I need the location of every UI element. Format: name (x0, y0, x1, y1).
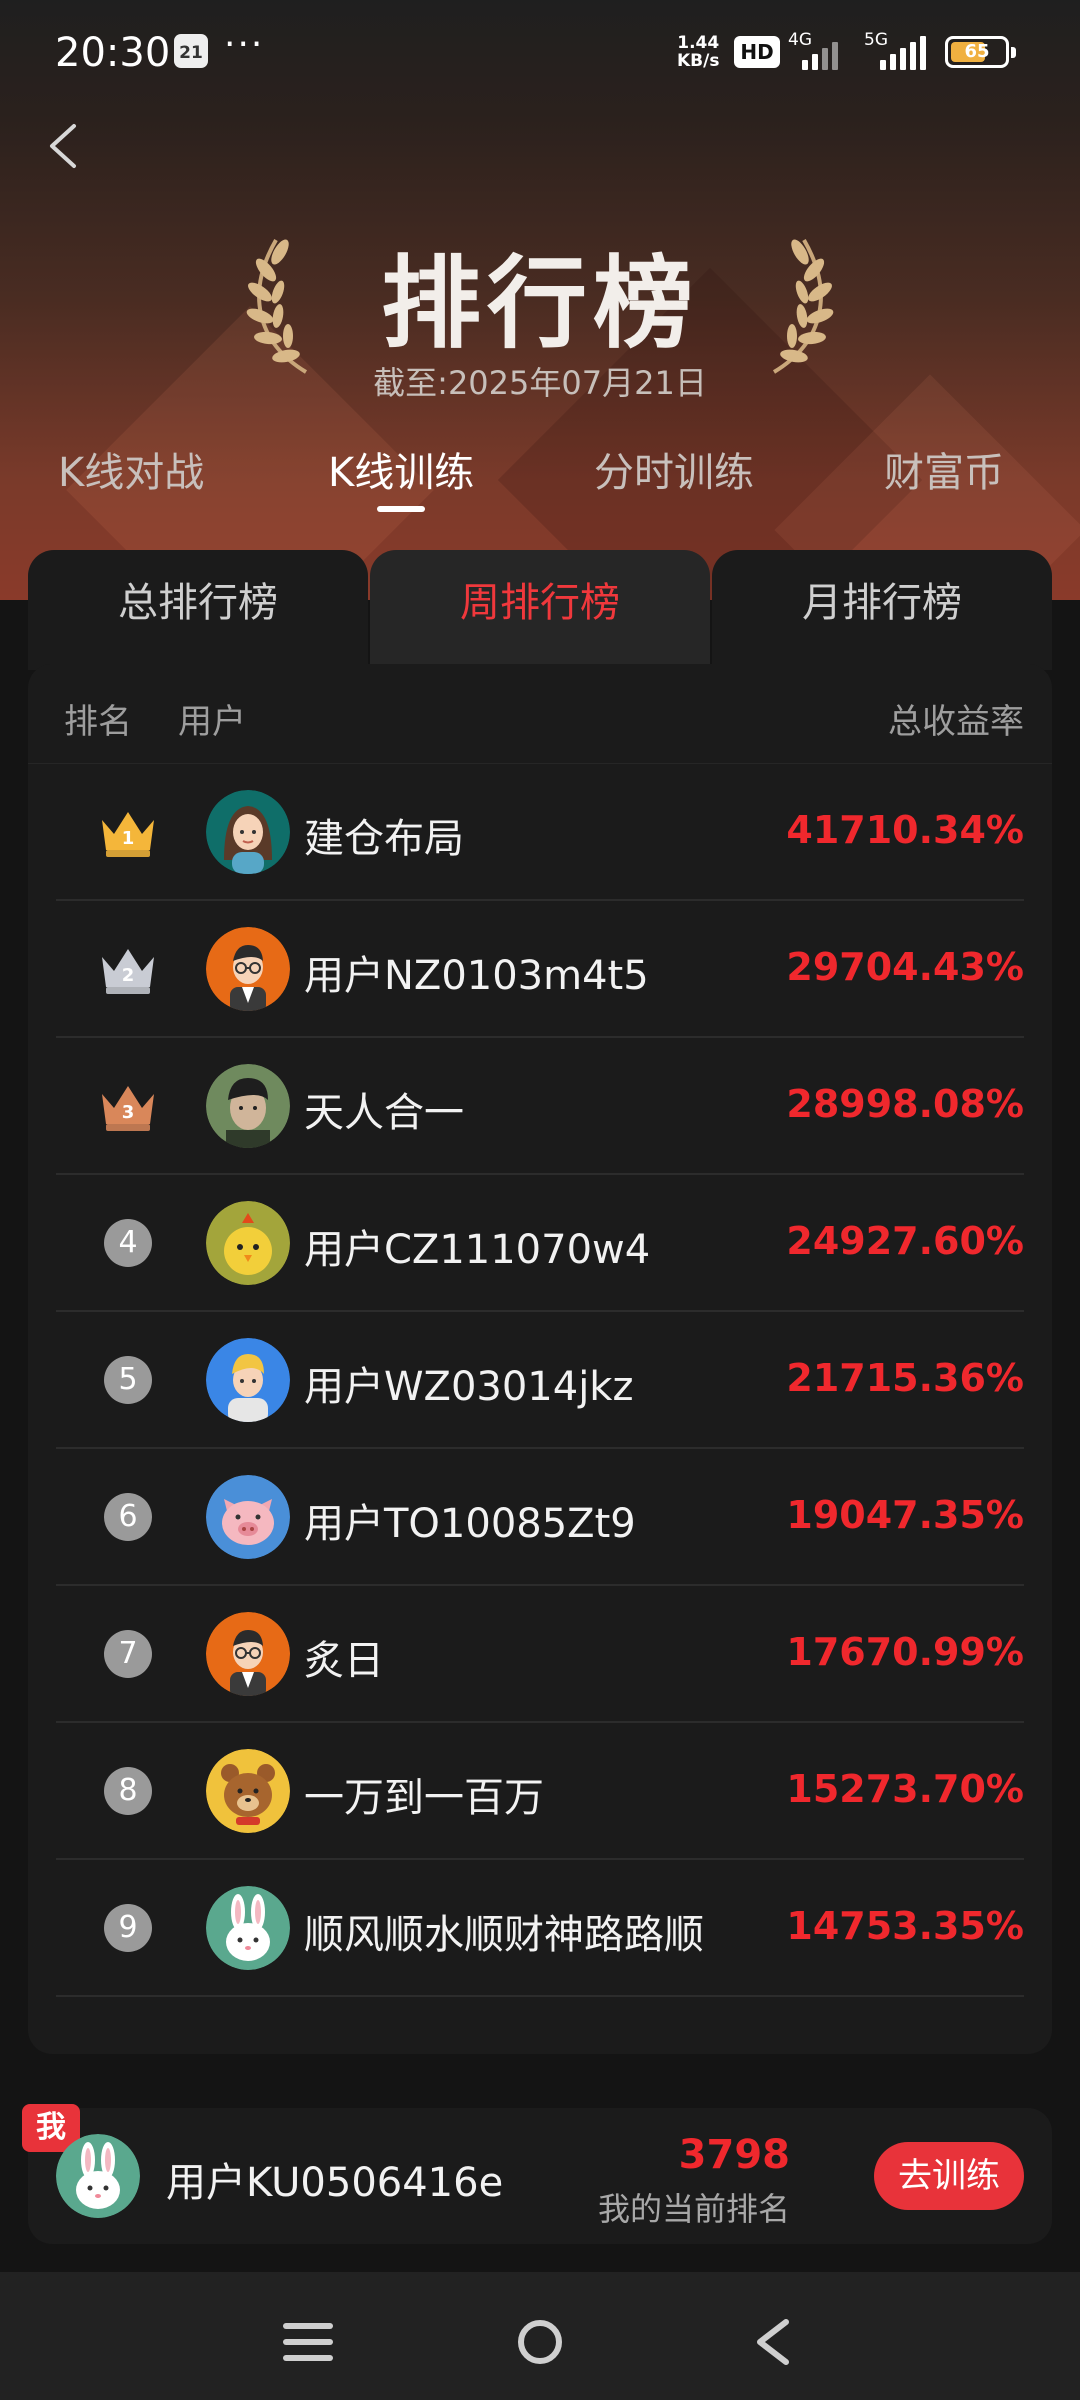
leaderboard-header: 排名 用户 总收益率 (28, 664, 1052, 764)
rabbit-avatar (206, 1885, 290, 1970)
row-total-return: 29704.43% (786, 944, 1024, 989)
row-total-return: 21715.36% (786, 1355, 1024, 1400)
row-username: 一万到一百万 (304, 1774, 544, 1821)
column-user: 用户 (178, 702, 246, 742)
row-total-return: 24927.60% (786, 1218, 1024, 1263)
more-notifications-icon: ··· (224, 24, 265, 65)
rank-crown-icon: 3 (96, 1076, 160, 1136)
photo-avatar (206, 1063, 290, 1148)
rank-number: 5 (104, 1355, 152, 1404)
svg-text:1: 1 (122, 828, 135, 849)
my-username: 用户KU0506416e (166, 2160, 504, 2206)
bear-avatar (206, 1748, 290, 1833)
menu-icon[interactable] (278, 2312, 338, 2372)
leaderboard-row[interactable]: 1 建仓布局 41710.34% (56, 764, 1024, 901)
rank-number: 9 (104, 1903, 152, 1952)
back-arrow-icon[interactable] (38, 118, 94, 174)
rank-crown-icon: 1 (96, 802, 160, 862)
hd-voice-icon: HD (734, 36, 780, 68)
page-title: 排行榜 (381, 245, 699, 362)
row-username: 炙日 (304, 1637, 384, 1684)
tab-label: 财富币 (884, 450, 1004, 496)
column-rank: 排名 (64, 702, 132, 742)
back-nav-icon[interactable] (744, 2312, 804, 2372)
row-username: 用户NZ0103m4t5 (304, 952, 649, 999)
rank-crown-icon: 2 (96, 939, 160, 999)
tab-timeshare-training[interactable]: 分时训练 (594, 440, 754, 498)
main-tabs: K线对战 K线训练 分时训练 财富币 (0, 440, 1080, 520)
tab-label: K线训练 (328, 450, 475, 496)
tab-kline-training[interactable]: K线训练 (328, 440, 475, 512)
calendar-icon: 21 (174, 34, 208, 68)
row-total-return: 15273.70% (786, 1766, 1024, 1811)
rank-number: 6 (104, 1492, 152, 1541)
column-total-return: 总收益率 (888, 702, 1024, 742)
leaderboard-row[interactable]: 7 炙日 17670.99% (56, 1586, 1024, 1723)
leaderboard-row[interactable]: 2 用户NZ0103m4t5 29704.43% (56, 901, 1024, 1038)
tab-monthly-ranking[interactable]: 月排行榜 (712, 550, 1052, 670)
network-speed-unit: KB/s (677, 51, 720, 71)
rank-number: 7 (104, 1629, 152, 1678)
ranking-period-tabs: 总排行榜 周排行榜 月排行榜 (28, 550, 1052, 670)
status-time: 20:30 (55, 30, 171, 76)
row-total-return: 41710.34% (786, 807, 1024, 852)
signal-5g-label: 5G (864, 30, 888, 50)
home-icon[interactable] (510, 2312, 570, 2372)
row-total-return: 19047.35% (786, 1492, 1024, 1537)
chick-avatar (206, 1200, 290, 1285)
row-total-return: 14753.35% (786, 1903, 1024, 1948)
battery-level: 65 (964, 41, 990, 62)
go-training-button[interactable]: 去训练 (874, 2142, 1024, 2210)
battery-icon: 65 (945, 36, 1016, 68)
leaderboard-row[interactable]: 9 顺风顺水顺财神路路顺 14753.35% (56, 1860, 1024, 1997)
tab-label: K线对战 (58, 450, 205, 496)
active-tab-indicator (377, 506, 426, 512)
network-speed: 1.44 KB/s (677, 34, 719, 70)
leaderboard-row[interactable]: 8 一万到一百万 15273.70% (56, 1723, 1024, 1860)
row-username: 顺风顺水顺财神路路顺 (304, 1911, 704, 1958)
woman-avatar (206, 789, 290, 874)
rank-number: 8 (104, 1766, 152, 1815)
leaderboard-row[interactable]: 6 用户TO10085Zt9 19047.35% (56, 1449, 1024, 1586)
pig-avatar (206, 1474, 290, 1559)
row-username: 天人合一 (304, 1089, 464, 1136)
row-total-return: 17670.99% (786, 1629, 1024, 1674)
tab-weekly-ranking[interactable]: 周排行榜 (370, 550, 710, 670)
tab-overall-ranking[interactable]: 总排行榜 (28, 550, 368, 670)
leaderboard-row[interactable]: 3 天人合一 28998.08% (56, 1038, 1024, 1175)
row-username: 用户TO10085Zt9 (304, 1500, 636, 1547)
row-username: 用户WZ03014jkz (304, 1363, 634, 1410)
blond-man-avatar (206, 1337, 290, 1422)
my-rank-label: 我的当前排名 (597, 2190, 790, 2228)
status-bar: 20:30 21 ··· 1.44 KB/s HD 4G 5G 65 (0, 0, 1080, 100)
as-of-date: 截至:2025年07月21日 (373, 364, 707, 402)
my-rank-value: 3798 (678, 2132, 790, 2178)
my-rank-card: 我 用户KU0506416e 3798 我的当前排名 去训练 (22, 2104, 1052, 2244)
signal-5g-icon: 5G (864, 30, 930, 70)
tab-wealth-coin[interactable]: 财富币 (884, 440, 1004, 498)
signal-4g-icon: 4G (788, 30, 848, 70)
network-speed-value: 1.44 (677, 33, 720, 53)
row-username: 用户CZ111070w4 (304, 1226, 651, 1273)
leaderboard[interactable]: 排名 用户 总收益率 1 建仓布局 41710.34% 2 用户NZ0103m4t5 29… (28, 664, 1052, 2054)
system-navigation-bar (0, 2272, 1080, 2400)
row-total-return: 28998.08% (786, 1081, 1024, 1126)
rank-number: 4 (104, 1218, 152, 1267)
signal-4g-label: 4G (788, 30, 812, 50)
tab-label: 分时训练 (594, 450, 754, 496)
svg-text:3: 3 (122, 1102, 135, 1123)
glasses-man-avatar (206, 926, 290, 1011)
svg-text:2: 2 (122, 965, 135, 986)
leaderboard-row[interactable]: 5 用户WZ03014jkz 21715.36% (56, 1312, 1024, 1449)
rabbit-avatar (56, 2134, 140, 2218)
glasses-man-avatar (206, 1611, 290, 1696)
tab-kline-battle[interactable]: K线对战 (58, 440, 204, 498)
leaderboard-row[interactable]: 4 用户CZ111070w4 24927.60% (56, 1175, 1024, 1312)
row-username: 建仓布局 (304, 815, 464, 862)
